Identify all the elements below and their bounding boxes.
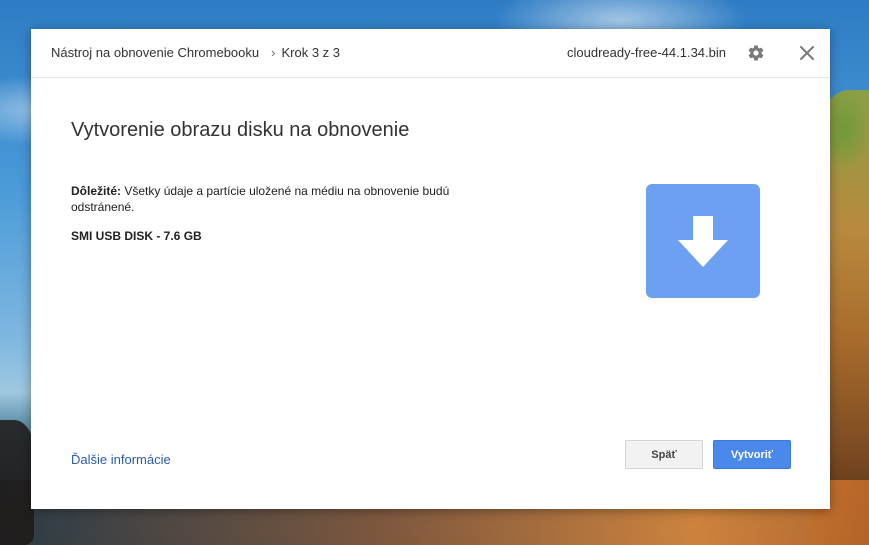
download-arrow-icon: [678, 216, 728, 267]
back-button[interactable]: Späť: [625, 440, 703, 469]
breadcrumb: Nástroj na obnovenie Chromebooku › Krok 3 …: [51, 45, 340, 60]
wallpaper-runner-silhouette: [0, 420, 34, 545]
more-info-link[interactable]: Ďalšie informácie: [71, 452, 171, 467]
warning-text: Všetky údaje a partície uložené na médiu…: [71, 184, 450, 214]
gear-icon: [748, 45, 764, 61]
create-button[interactable]: Vytvoriť: [713, 440, 791, 469]
breadcrumb-step: Krok 3 z 3: [281, 45, 341, 60]
settings-button[interactable]: [747, 44, 765, 62]
breadcrumb-app-name: Nástroj na obnovenie Chromebooku: [51, 45, 260, 60]
recovery-dialog: Nástroj na obnovenie Chromebooku › Krok 3 …: [31, 29, 830, 509]
close-icon: [800, 46, 814, 60]
dialog-titlebar: Nástroj na obnovenie Chromebooku › Krok 3 …: [31, 29, 830, 78]
page-title: Vytvorenie obrazu disku na obnovenie: [71, 119, 410, 141]
selected-device: SMI USB DISK - 7.6 GB: [71, 229, 202, 243]
close-button[interactable]: [798, 44, 816, 62]
warning-label: Dôležité:: [71, 184, 122, 198]
breadcrumb-separator: ›: [271, 45, 276, 60]
download-illustration: [646, 184, 760, 298]
erase-warning: Dôležité: Všetky údaje a partície uložen…: [71, 183, 511, 215]
image-filename: cloudready-free-44.1.34.bin: [567, 45, 726, 60]
